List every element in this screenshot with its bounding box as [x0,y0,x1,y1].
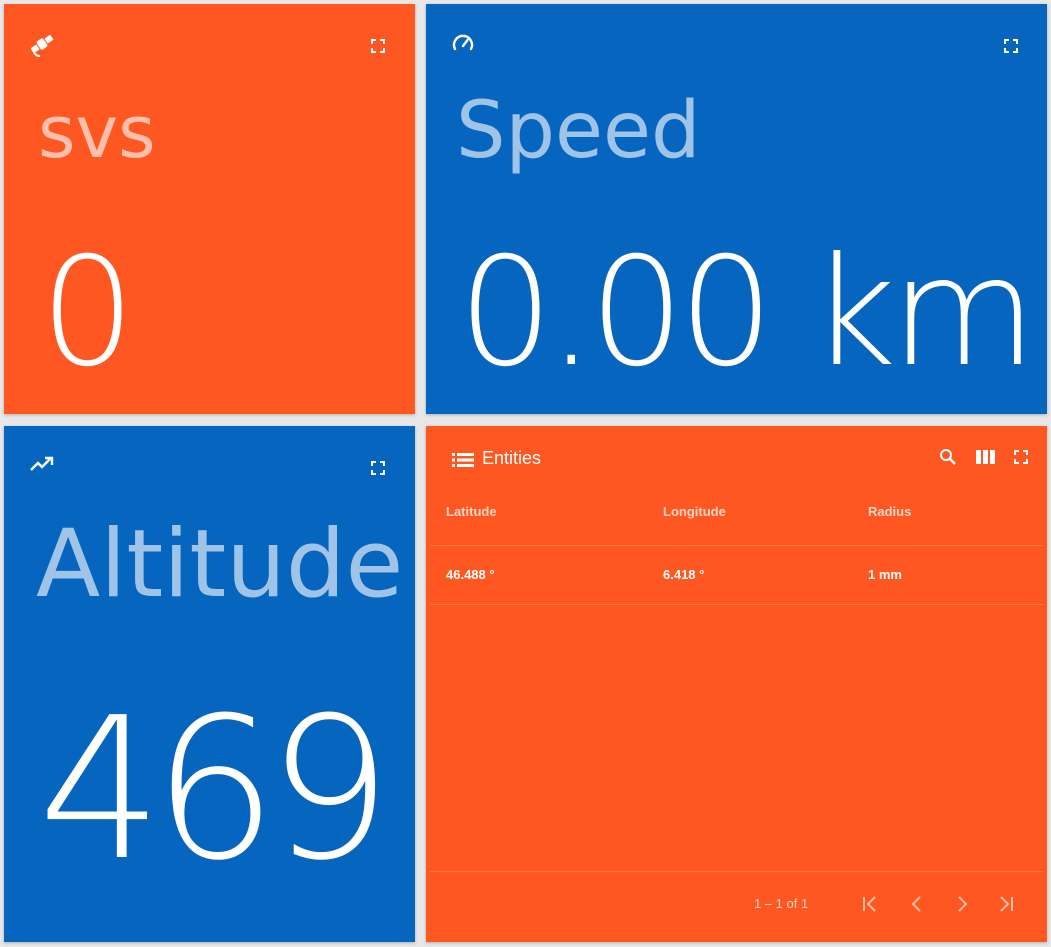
speed-label: Speed [456,86,701,176]
fullscreen-icon[interactable] [371,461,385,475]
altitude-label: Altitude [36,510,404,619]
divider [430,871,1043,872]
pagination-range: 1 – 1 of 1 [754,896,809,911]
cell-longitude: 6.418 ° [663,567,705,582]
speed-card: Speed 0.00 km [426,4,1047,414]
column-header-radius[interactable]: Radius [868,504,911,519]
altitude-value: 469 [38,676,392,904]
divider [430,545,1043,546]
entities-title: Entities [482,448,542,468]
column-header-longitude[interactable]: Longitude [663,504,726,519]
satellite-icon [30,35,54,57]
list-icon [452,453,474,467]
speed-value: 0.00 km [458,226,1037,400]
columns-icon[interactable] [976,450,995,464]
search-icon[interactable] [939,448,957,466]
fullscreen-icon[interactable] [371,39,385,53]
previous-page-icon[interactable] [907,894,927,914]
altitude-card: Altitude 469 [4,426,415,942]
svs-card: svs 0 [4,4,415,414]
fullscreen-icon[interactable] [1004,39,1018,53]
next-page-icon[interactable] [952,894,972,914]
column-header-latitude[interactable]: Latitude [446,504,497,519]
last-page-icon[interactable] [996,894,1016,914]
divider [430,604,1043,605]
cell-radius: 1 mm [868,567,902,582]
entities-card: Entities Latitude Longitude Radius 46.48… [426,426,1047,942]
svs-label: svs [38,90,156,174]
speedometer-icon [452,34,474,51]
svs-value: 0 [40,226,136,400]
fullscreen-icon[interactable] [1014,450,1028,464]
first-page-icon[interactable] [860,894,880,914]
cell-latitude: 46.488 ° [446,567,495,582]
trending-up-icon [30,456,54,471]
